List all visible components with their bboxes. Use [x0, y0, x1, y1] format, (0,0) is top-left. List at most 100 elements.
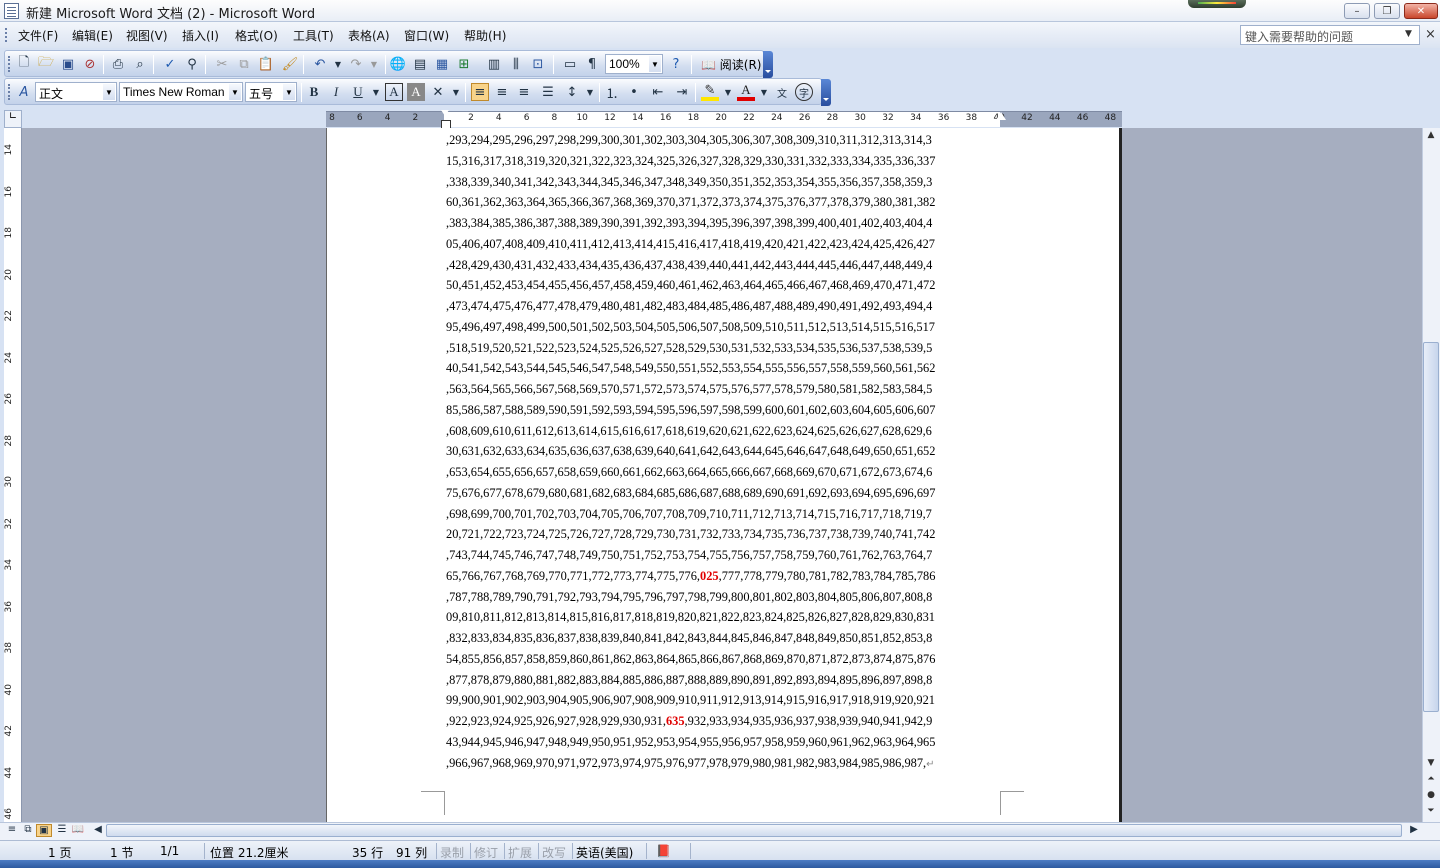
document-line[interactable]: ,428,429,430,431,432,433,434,435,436,437… — [446, 255, 1002, 276]
document-line[interactable]: 65,766,767,768,769,770,771,772,773,774,7… — [446, 566, 1002, 587]
print-layout-icon[interactable]: ▣ — [36, 824, 52, 837]
tab-selector[interactable]: ∟ — [4, 110, 22, 128]
document-line[interactable]: ,653,654,655,656,657,658,659,660,661,662… — [446, 462, 1002, 483]
font-size-select[interactable]: 五号 ▼ — [245, 82, 297, 102]
document-line[interactable]: 20,721,722,723,724,725,726,727,728,729,7… — [446, 524, 1002, 545]
permission-icon[interactable]: ⊘ — [81, 55, 99, 73]
undo-icon[interactable]: ↶ — [311, 55, 329, 73]
document-line[interactable]: 60,361,362,363,364,365,366,367,368,369,3… — [446, 192, 1002, 213]
document-line[interactable]: 75,676,677,678,679,680,681,682,683,684,6… — [446, 483, 1002, 504]
document-line[interactable]: 99,900,901,902,903,904,905,906,907,908,9… — [446, 690, 1002, 711]
maximize-button[interactable]: ❐ — [1374, 3, 1400, 19]
read-mode-button[interactable]: 📖 阅读(R) — [697, 54, 765, 74]
cut-icon[interactable]: ✂ — [213, 55, 231, 73]
thumbnails-icon[interactable]: ▭ — [561, 55, 579, 73]
toolbar-options-icon[interactable] — [821, 79, 831, 106]
document-line[interactable]: 09,810,811,812,813,814,815,816,817,818,8… — [446, 607, 1002, 628]
web-view-icon[interactable]: ⧉ — [20, 824, 36, 837]
line-spacing-dropdown-icon[interactable]: ▼ — [581, 83, 599, 101]
italic-icon[interactable]: I — [327, 83, 345, 101]
document-line[interactable]: ,832,833,834,835,836,837,838,839,840,841… — [446, 628, 1002, 649]
document-line[interactable]: ,293,294,295,296,297,298,299,300,301,302… — [446, 130, 1002, 151]
increase-indent-icon[interactable]: ⇥ — [673, 83, 691, 101]
numbering-icon[interactable]: ⒈ — [603, 83, 621, 102]
align-center-icon[interactable]: ≡ — [493, 83, 511, 101]
insert-excel-icon[interactable]: ⊞ — [455, 55, 473, 73]
document-text[interactable]: ,293,294,295,296,297,298,299,300,301,302… — [446, 130, 1002, 773]
document-line[interactable]: ,518,519,520,521,522,523,524,525,526,527… — [446, 338, 1002, 359]
vertical-scroll-thumb[interactable] — [1423, 342, 1439, 712]
menu-file[interactable]: 文件(F) — [18, 27, 58, 44]
help-search-input[interactable]: 键入需要帮助的问题 — [1240, 25, 1420, 45]
menu-window[interactable]: 窗口(W) — [404, 27, 449, 44]
right-indent-marker[interactable] — [996, 110, 1006, 120]
font-dropdown-icon[interactable]: ▼ — [229, 84, 241, 100]
document-map-icon[interactable]: ⊡ — [529, 55, 547, 73]
new-document-icon[interactable]: 🗋 — [15, 55, 33, 73]
document-line[interactable]: 30,631,632,633,634,635,636,637,638,639,6… — [446, 441, 1002, 462]
line-spacing-icon[interactable]: ↕ — [563, 83, 581, 101]
font-select[interactable]: Times New Roman ▼ — [119, 82, 243, 102]
redo-icon[interactable]: ↷ — [347, 55, 365, 73]
print-icon[interactable]: ⎙ — [109, 55, 127, 73]
document-line[interactable]: 40,541,542,543,544,545,546,547,548,549,5… — [446, 358, 1002, 379]
document-line[interactable]: 50,451,452,453,454,455,456,457,458,459,4… — [446, 275, 1002, 296]
document-line[interactable]: 15,316,317,318,319,320,321,322,323,324,3… — [446, 151, 1002, 172]
scroll-right-icon[interactable]: ▶ — [1406, 824, 1422, 837]
columns-icon[interactable]: ▥ — [485, 55, 503, 73]
help-icon[interactable]: ? — [667, 55, 685, 73]
char-shading-icon[interactable]: A — [407, 83, 425, 101]
next-page-icon[interactable]: ⏷ — [1423, 806, 1439, 820]
document-line[interactable]: ,877,878,879,880,881,882,883,884,885,886… — [446, 670, 1002, 691]
menu-help[interactable]: 帮助(H) — [464, 27, 506, 44]
scroll-left-icon[interactable]: ◀ — [90, 824, 106, 837]
drawing-icon[interactable]: ⫼ — [507, 55, 525, 73]
toolbar-grip[interactable] — [8, 84, 11, 100]
document-line[interactable]: 85,586,587,588,589,590,591,592,593,594,5… — [446, 400, 1002, 421]
font-color-icon[interactable]: A — [737, 82, 755, 101]
hyperlink-icon[interactable]: 🌐 — [389, 55, 407, 73]
show-hide-icon[interactable]: ¶ — [583, 55, 601, 73]
document-line[interactable]: ,787,788,789,790,791,792,793,794,795,796… — [446, 587, 1002, 608]
menu-table[interactable]: 表格(A) — [348, 27, 390, 44]
research-icon[interactable]: ⚲ — [183, 55, 201, 73]
document-line[interactable]: 43,944,945,946,947,948,949,950,951,952,9… — [446, 732, 1002, 753]
style-dropdown-icon[interactable]: ▼ — [103, 84, 115, 100]
open-icon[interactable]: 🗁 — [37, 55, 55, 73]
status-extend[interactable]: 扩展 — [508, 844, 532, 861]
spelling-status-icon[interactable]: 📕 — [656, 844, 671, 858]
save-icon[interactable]: ▣ — [59, 55, 77, 73]
menu-format[interactable]: 格式(O) — [235, 27, 278, 44]
close-document-button[interactable]: × — [1425, 27, 1436, 42]
underline-dropdown-icon[interactable]: ▼ — [367, 83, 385, 101]
menu-grip[interactable] — [5, 28, 8, 42]
help-dropdown-icon[interactable]: ▼ — [1405, 29, 1412, 39]
horizontal-scroll-thumb[interactable] — [106, 824, 1402, 837]
char-scale-icon[interactable]: ✕ — [429, 83, 447, 101]
left-indent-marker[interactable] — [441, 110, 451, 129]
status-record[interactable]: 录制 — [440, 844, 464, 861]
scroll-up-icon[interactable]: ▲ — [1423, 130, 1439, 144]
redo-dropdown-icon[interactable]: ▼ — [365, 55, 383, 73]
status-language[interactable]: 英语(美国) — [576, 844, 633, 861]
document-line[interactable]: ,563,564,565,566,567,568,569,570,571,572… — [446, 379, 1002, 400]
enclose-char-icon[interactable]: 字 — [795, 83, 813, 101]
document-line[interactable]: ,383,384,385,386,387,388,389,390,391,392… — [446, 213, 1002, 234]
zoom-dropdown-icon[interactable]: ▼ — [649, 56, 661, 72]
vertical-ruler[interactable]: 14 16 18 20 22 24 26 28 30 32 34 36 38 40 42 44 46 — [4, 128, 22, 822]
reading-view-icon[interactable]: 📖 — [70, 824, 86, 837]
word-app-icon[interactable] — [4, 3, 19, 19]
select-browse-object-icon[interactable]: ● — [1423, 790, 1439, 804]
document-line[interactable]: ,922,923,924,925,926,927,928,929,930,931… — [446, 711, 1002, 732]
document-line[interactable]: 05,406,407,408,409,410,411,412,413,414,4… — [446, 234, 1002, 255]
document-line[interactable]: ,743,744,745,746,747,748,749,750,751,752… — [446, 545, 1002, 566]
document-line[interactable]: ,338,339,340,341,342,343,344,345,346,347… — [446, 172, 1002, 193]
document-line[interactable]: ,966,967,968,969,970,971,972,973,974,975… — [446, 753, 1002, 774]
previous-page-icon[interactable]: ⏶ — [1423, 774, 1439, 788]
tables-borders-icon[interactable]: ▤ — [411, 55, 429, 73]
document-line[interactable]: ,473,474,475,476,477,478,479,480,481,482… — [446, 296, 1002, 317]
align-left-icon[interactable]: ≡ — [471, 83, 489, 101]
undo-dropdown-icon[interactable]: ▼ — [329, 55, 347, 73]
outline-view-icon[interactable]: ☰ — [54, 824, 70, 837]
align-right-icon[interactable]: ≡ — [515, 83, 533, 101]
